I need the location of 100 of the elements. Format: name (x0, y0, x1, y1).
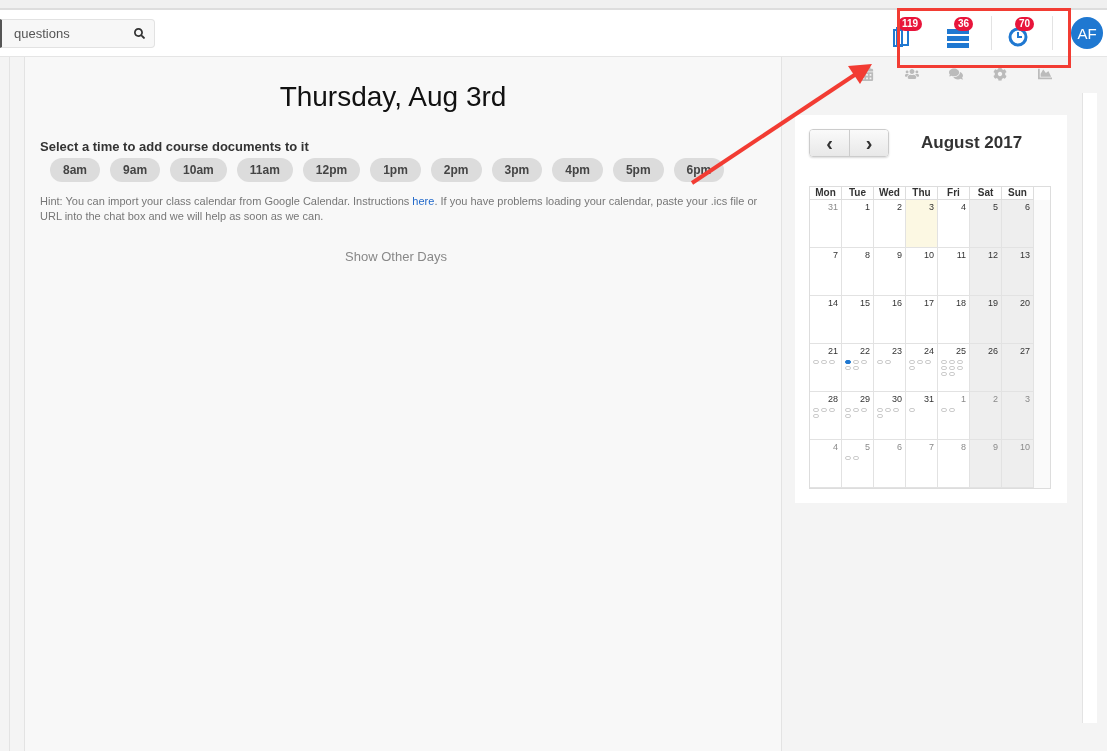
search-field[interactable]: questions (0, 18, 155, 48)
event-marker[interactable] (941, 366, 947, 370)
day-cell[interactable]: 19 (970, 296, 1002, 344)
day-cell[interactable]: 16 (874, 296, 906, 344)
event-marker[interactable] (941, 360, 947, 364)
time-button[interactable]: 12pm (302, 158, 361, 182)
day-cell[interactable]: 15 (842, 296, 874, 344)
event-marker[interactable] (813, 408, 819, 412)
day-cell[interactable]: 5 (842, 440, 874, 488)
event-marker[interactable] (885, 408, 891, 412)
event-marker[interactable] (853, 408, 859, 412)
event-marker[interactable] (957, 366, 963, 370)
sidebar-tab[interactable] (904, 67, 919, 81)
event-marker[interactable] (877, 408, 883, 412)
time-button[interactable]: 4pm (552, 158, 603, 182)
day-cell[interactable]: 17 (906, 296, 938, 344)
event-marker[interactable] (845, 414, 851, 418)
day-cell[interactable]: 1 (938, 392, 970, 440)
day-cell[interactable]: 2 (874, 200, 906, 248)
event-marker[interactable] (845, 456, 851, 460)
day-cell[interactable]: 24 (906, 344, 938, 392)
day-cell[interactable]: 20 (1002, 296, 1034, 344)
clock-button[interactable]: 70 (1001, 15, 1043, 51)
time-button[interactable]: 11am (236, 158, 293, 182)
event-marker[interactable] (845, 366, 851, 370)
event-marker[interactable] (829, 408, 835, 412)
day-cell[interactable]: 21 (810, 344, 842, 392)
event-marker[interactable] (949, 360, 955, 364)
day-cell[interactable]: 31 (906, 392, 938, 440)
day-cell[interactable]: 9 (874, 248, 906, 296)
sidebar-tab[interactable] (993, 67, 1008, 81)
day-cell[interactable]: 1 (842, 200, 874, 248)
day-cell[interactable]: 31 (810, 200, 842, 248)
day-cell[interactable]: 10 (906, 248, 938, 296)
event-marker[interactable] (949, 366, 955, 370)
event-marker[interactable] (949, 372, 955, 376)
day-cell[interactable]: 28 (810, 392, 842, 440)
day-cell[interactable]: 13 (1002, 248, 1034, 296)
time-button[interactable]: 5pm (612, 158, 664, 182)
day-cell[interactable]: 7 (906, 440, 938, 488)
event-marker[interactable] (885, 360, 891, 364)
time-button[interactable]: 1pm (370, 158, 421, 182)
day-number: 5 (864, 442, 870, 452)
event-marker[interactable] (893, 408, 899, 412)
day-cell[interactable]: 4 (938, 200, 970, 248)
day-cell[interactable]: 27 (1002, 344, 1034, 392)
time-button[interactable]: 9am (110, 158, 161, 182)
sidebar-tab[interactable] (1037, 67, 1052, 81)
event-marker[interactable] (813, 360, 819, 364)
day-cell[interactable]: 25 (938, 344, 970, 392)
event-marker[interactable] (909, 366, 915, 370)
event-marker[interactable] (821, 360, 827, 364)
event-marker[interactable] (845, 360, 851, 364)
day-cell[interactable]: 12 (970, 248, 1002, 296)
event-marker[interactable] (877, 414, 883, 418)
event-marker[interactable] (925, 360, 931, 364)
event-marker[interactable] (877, 360, 883, 364)
day-cell[interactable]: 7 (810, 248, 842, 296)
time-button[interactable]: 3pm (491, 158, 543, 182)
time-button[interactable]: 8am (50, 158, 101, 182)
event-marker[interactable] (941, 408, 947, 412)
day-cell[interactable]: 30 (874, 392, 906, 440)
event-marker[interactable] (949, 408, 955, 412)
day-cell[interactable]: 6 (874, 440, 906, 488)
day-cell[interactable]: 6 (1002, 200, 1034, 248)
event-marker[interactable] (861, 408, 867, 412)
day-cell[interactable]: 5 (970, 200, 1002, 248)
event-marker[interactable] (917, 360, 923, 364)
day-number: 7 (832, 250, 838, 260)
day-cell[interactable]: 14 (810, 296, 842, 344)
day-cell[interactable]: 22 (842, 344, 874, 392)
day-cell[interactable]: 8 (938, 440, 970, 488)
list-button[interactable]: 36 (940, 15, 982, 51)
event-marker[interactable] (821, 408, 827, 412)
day-cell[interactable]: 29 (842, 392, 874, 440)
event-marker[interactable] (813, 414, 819, 418)
day-cell[interactable]: 3 (906, 200, 938, 248)
book-button[interactable]: 119 (884, 15, 926, 51)
sidebar-tab[interactable] (948, 67, 963, 81)
time-button[interactable]: 10am (170, 158, 227, 182)
day-cell[interactable]: 18 (938, 296, 970, 344)
previous-month-button[interactable]: ‹ (810, 130, 849, 156)
event-marker[interactable] (909, 360, 915, 364)
day-cell[interactable]: 8 (842, 248, 874, 296)
event-marker[interactable] (853, 456, 859, 460)
day-cell[interactable]: 4 (810, 440, 842, 488)
event-marker[interactable] (845, 408, 851, 412)
event-marker[interactable] (861, 360, 867, 364)
time-button[interactable]: 2pm (430, 158, 482, 182)
event-marker[interactable] (957, 360, 963, 364)
day-cell[interactable]: 23 (874, 344, 906, 392)
event-marker[interactable] (909, 408, 915, 412)
day-cell[interactable]: 11 (938, 248, 970, 296)
day-cell[interactable]: 26 (970, 344, 1002, 392)
event-marker[interactable] (853, 360, 859, 364)
user-avatar[interactable]: AF (1071, 17, 1103, 49)
event-marker[interactable] (829, 360, 835, 364)
event-marker[interactable] (941, 372, 947, 376)
event-marker[interactable] (853, 366, 859, 370)
next-month-button[interactable]: › (849, 130, 888, 156)
